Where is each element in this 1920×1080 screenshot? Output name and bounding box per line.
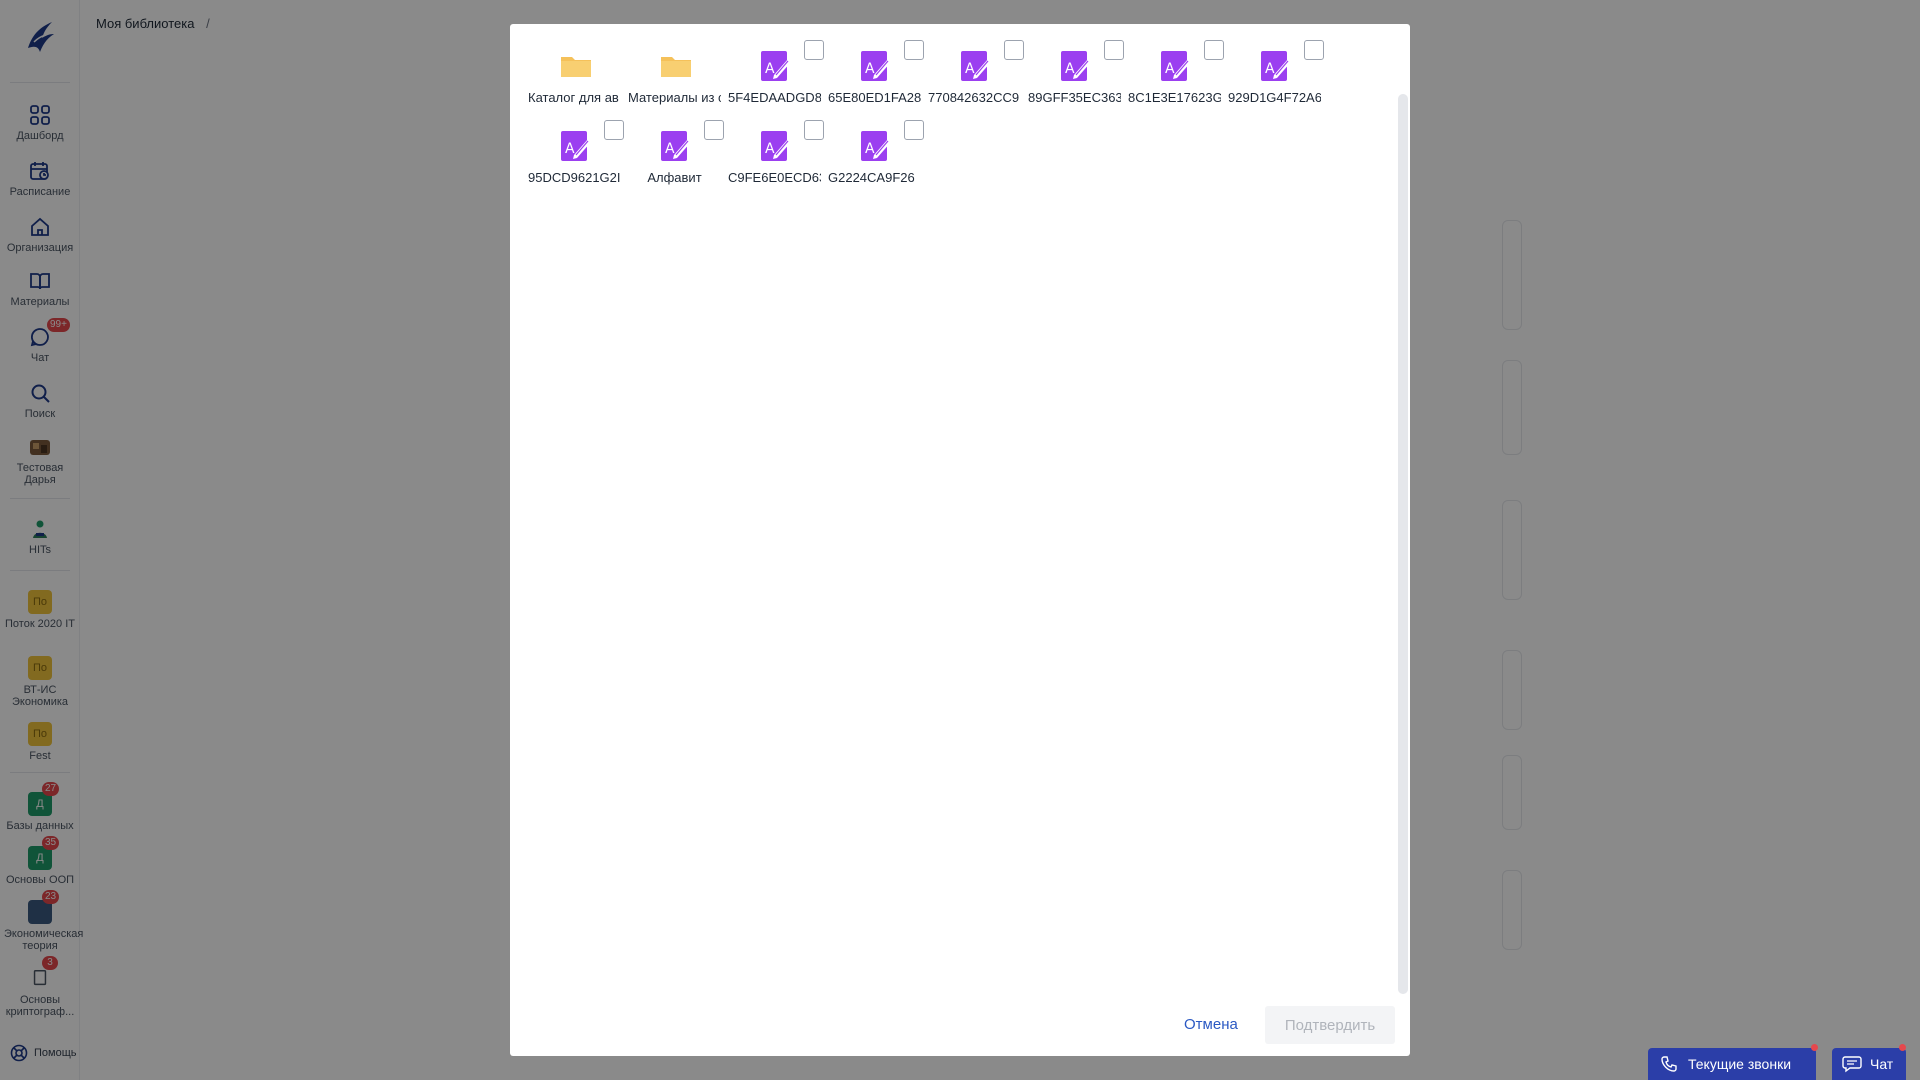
document-edit-icon: A — [561, 131, 591, 161]
file-name: 89GFF35EC363 — [1028, 90, 1121, 105]
file-name: 95DCD9621G2I — [528, 170, 621, 185]
chat-notification-dot — [1899, 1044, 1906, 1051]
select-checkbox[interactable] — [904, 120, 924, 140]
file-picker-modal: Каталог для ав Материалы из с A 5F4EDAAD… — [510, 24, 1410, 1056]
file-item[interactable]: A 770842632CC9 — [928, 38, 1028, 116]
file-item[interactable]: A 5F4EDAADGD8 — [728, 38, 828, 116]
svg-text:A: A — [865, 141, 875, 157]
document-edit-icon: A — [761, 131, 791, 161]
file-item[interactable]: A 89GFF35EC363 — [1028, 38, 1128, 116]
svg-text:A: A — [765, 141, 775, 157]
select-checkbox[interactable] — [1004, 40, 1024, 60]
file-name: G2224CA9F26 — [828, 170, 915, 185]
folder-item[interactable]: Материалы из с — [628, 38, 728, 116]
select-checkbox[interactable] — [804, 40, 824, 60]
current-calls-button[interactable]: Текущие звонки — [1648, 1048, 1816, 1080]
select-checkbox[interactable] — [704, 120, 724, 140]
file-name: 8C1E3E17623G — [1128, 90, 1221, 105]
scrollbar[interactable] — [1398, 94, 1408, 994]
svg-text:A: A — [865, 61, 875, 77]
file-name: Каталог для ав — [528, 90, 619, 105]
confirm-button[interactable]: Подтвердить — [1265, 1006, 1395, 1044]
folder-item[interactable]: Каталог для ав — [528, 38, 628, 116]
svg-text:A: A — [1165, 61, 1175, 77]
chat-bubble-icon — [1842, 1056, 1862, 1073]
select-checkbox[interactable] — [1104, 40, 1124, 60]
file-item[interactable]: A 8C1E3E17623G — [1128, 38, 1228, 116]
select-checkbox[interactable] — [1204, 40, 1224, 60]
chat-button[interactable]: Чат — [1832, 1048, 1906, 1080]
file-item[interactable]: A Алфавит — [628, 118, 728, 196]
file-item[interactable]: A 95DCD9621G2I — [528, 118, 628, 196]
select-checkbox[interactable] — [804, 120, 824, 140]
file-name: 5F4EDAADGD8 — [728, 90, 821, 105]
svg-text:A: A — [765, 61, 775, 77]
file-name: 929D1G4F72A6 — [1228, 90, 1321, 105]
select-checkbox[interactable] — [1304, 40, 1324, 60]
current-calls-label: Текущие звонки — [1688, 1056, 1792, 1072]
select-checkbox[interactable] — [904, 40, 924, 60]
svg-text:A: A — [565, 141, 575, 157]
phone-icon — [1661, 1056, 1677, 1072]
calls-notification-dot — [1811, 1044, 1818, 1051]
file-name: Алфавит — [647, 170, 702, 185]
chat-label: Чат — [1870, 1056, 1894, 1072]
svg-text:A: A — [965, 61, 975, 77]
document-edit-icon: A — [861, 51, 891, 81]
folder-icon — [661, 57, 691, 77]
document-edit-icon: A — [1161, 51, 1191, 81]
document-edit-icon: A — [1061, 51, 1091, 81]
folder-icon — [561, 57, 591, 77]
file-item[interactable]: A 929D1G4F72A6 — [1228, 38, 1328, 116]
file-name: 770842632CC9 — [928, 90, 1020, 105]
select-checkbox[interactable] — [604, 120, 624, 140]
file-item[interactable]: A C9FE6E0ECD63 — [728, 118, 828, 196]
file-item[interactable]: A 65E80ED1FA28 — [828, 38, 928, 116]
scrollbar-thumb[interactable] — [1398, 94, 1408, 994]
cancel-button[interactable]: Отмена — [1170, 1004, 1252, 1044]
document-edit-icon: A — [661, 131, 691, 161]
document-edit-icon: A — [761, 51, 791, 81]
svg-text:A: A — [1065, 61, 1075, 77]
svg-text:A: A — [1265, 61, 1275, 77]
file-name: 65E80ED1FA28 — [828, 90, 921, 105]
file-item[interactable]: A G2224CA9F26 — [828, 118, 928, 196]
document-edit-icon: A — [861, 131, 891, 161]
svg-text:A: A — [665, 141, 675, 157]
document-edit-icon: A — [1261, 51, 1291, 81]
document-edit-icon: A — [961, 51, 991, 81]
file-name: C9FE6E0ECD63 — [728, 170, 821, 185]
file-name: Материалы из с — [628, 90, 721, 105]
